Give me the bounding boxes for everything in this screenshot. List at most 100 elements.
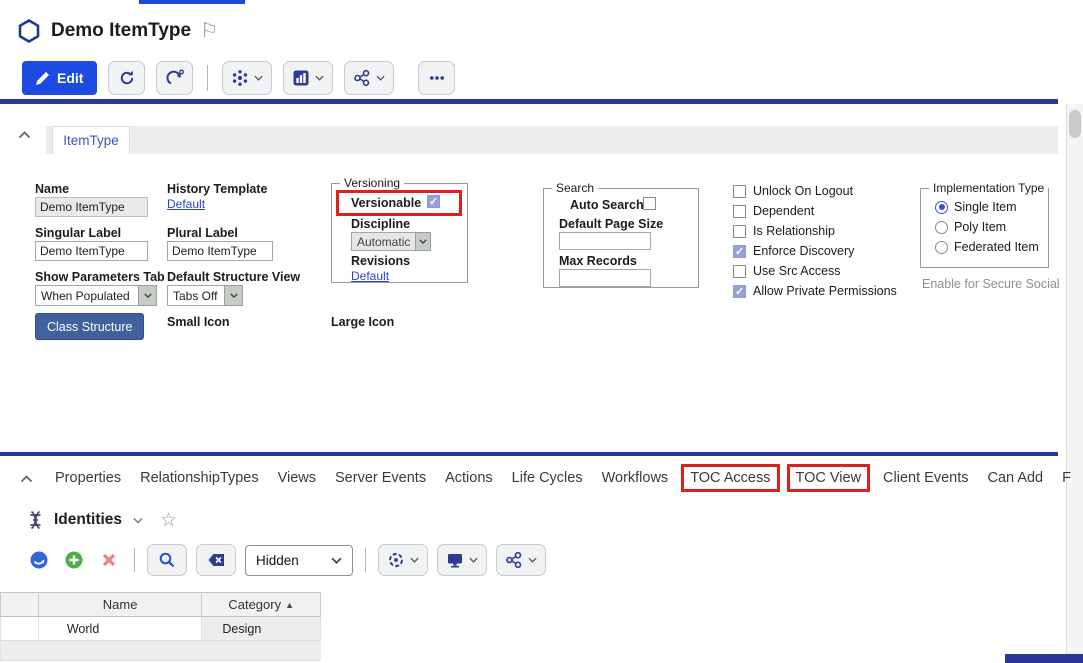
grid-row[interactable]: World Design xyxy=(0,617,321,641)
edit-button[interactable]: Edit xyxy=(22,61,97,95)
radio-label: Poly Item xyxy=(954,220,1006,234)
radio-label: Federated Item xyxy=(954,240,1039,254)
share-grid-button[interactable] xyxy=(496,544,546,576)
radio-selected-icon[interactable] xyxy=(935,201,948,214)
clear-search-button[interactable] xyxy=(196,544,236,576)
option-row[interactable]: Use Src Access xyxy=(733,264,841,278)
tab-actions[interactable]: Actions xyxy=(445,470,493,486)
checkbox-unchecked-icon[interactable] xyxy=(733,225,746,238)
tab-client-events[interactable]: Client Events xyxy=(883,470,968,486)
favorite-star-icon[interactable]: ☆ xyxy=(160,511,177,530)
flag-icon[interactable]: ⚐ xyxy=(200,21,218,41)
checkbox-checked-icon[interactable] xyxy=(427,195,440,208)
edit-button-label: Edit xyxy=(57,70,83,86)
tab-clipped[interactable]: F xyxy=(1062,470,1071,486)
checkbox-unchecked-icon[interactable] xyxy=(733,205,746,218)
option-row[interactable]: Is Relationship xyxy=(733,224,835,238)
tab-properties[interactable]: Properties xyxy=(55,470,121,486)
form-collapse-button[interactable] xyxy=(18,131,31,139)
discipline-select[interactable]: Automatic xyxy=(351,232,431,251)
run-search-button[interactable] xyxy=(147,544,187,576)
class-structure-button[interactable]: Class Structure xyxy=(35,313,144,340)
search-fieldset: Search Auto Search Default Page Size Max… xyxy=(543,188,699,288)
tab-life-cycles[interactable]: Life Cycles xyxy=(512,470,583,486)
plural-label-label: Plural Label xyxy=(167,226,238,240)
relationships-collapse-button[interactable] xyxy=(20,475,33,483)
tab-workflows[interactable]: Workflows xyxy=(602,470,669,486)
checkbox-unchecked-icon[interactable] xyxy=(733,265,746,278)
tab-views[interactable]: Views xyxy=(278,470,316,486)
checkbox-checked-icon[interactable] xyxy=(733,285,746,298)
radio-row[interactable]: Poly Item xyxy=(935,220,1006,234)
option-row[interactable]: Enforce Discovery xyxy=(733,244,854,258)
checkbox-unchecked-icon[interactable] xyxy=(733,185,746,198)
grid-cell-category[interactable]: Design xyxy=(202,617,321,640)
tab-relationshiptypes[interactable]: RelationshipTypes xyxy=(140,470,259,486)
tab-can-add[interactable]: Can Add xyxy=(987,470,1043,486)
auto-search-label: Auto Search xyxy=(570,198,644,212)
radio-row[interactable]: Federated Item xyxy=(935,240,1039,254)
promote-icon xyxy=(166,69,184,87)
plural-label-input[interactable] xyxy=(167,241,273,261)
option-row[interactable]: Unlock On Logout xyxy=(733,184,853,198)
name-input[interactable] xyxy=(35,197,148,217)
display-options-button[interactable] xyxy=(437,544,487,576)
grid-header-category[interactable]: Category ▲ xyxy=(202,593,321,616)
tab-toc-view[interactable]: TOC View xyxy=(787,464,871,492)
option-label: Enforce Discovery xyxy=(753,244,854,258)
max-records-input[interactable] xyxy=(559,269,651,287)
delete-row-button[interactable] xyxy=(96,547,122,573)
grid-header-blank[interactable] xyxy=(1,593,39,616)
identity-icon xyxy=(26,510,45,530)
page-size-input[interactable] xyxy=(559,232,651,250)
combo-arrow-button[interactable] xyxy=(138,285,157,306)
reports-menu-button[interactable] xyxy=(283,61,333,95)
option-row[interactable]: Allow Private Permissions xyxy=(733,284,897,298)
tab-server-events[interactable]: Server Events xyxy=(335,470,426,486)
radio-unselected-icon[interactable] xyxy=(935,221,948,234)
grid-cell-name[interactable]: World xyxy=(39,617,203,640)
vertical-scrollbar-thumb[interactable] xyxy=(1069,110,1081,138)
option-label: Is Relationship xyxy=(753,224,835,238)
combo-arrow-button[interactable] xyxy=(224,285,243,306)
checkbox-checked-icon[interactable] xyxy=(733,245,746,258)
chevron-down-icon[interactable] xyxy=(133,517,143,524)
navigate-item-button[interactable] xyxy=(26,547,52,573)
search-legend: Search xyxy=(552,181,598,195)
checkbox-unchecked-icon[interactable] xyxy=(643,197,656,210)
name-label: Name xyxy=(35,182,69,196)
structure-view-select[interactable]: Tabs Off xyxy=(167,285,243,306)
option-label: Dependent xyxy=(753,204,814,218)
bar-chart-icon xyxy=(292,69,310,87)
more-actions-button[interactable] xyxy=(418,61,455,95)
horizontal-scrollbar-thumb[interactable] xyxy=(1005,654,1083,663)
promote-button[interactable] xyxy=(156,61,193,95)
toolbar-divider xyxy=(134,548,135,572)
grid-header-name[interactable]: Name xyxy=(39,593,202,616)
show-parameters-select[interactable]: When Populated xyxy=(35,285,157,306)
page-size-label: Default Page Size xyxy=(559,217,663,231)
chevron-down-icon xyxy=(230,293,238,298)
structure-menu-button[interactable] xyxy=(222,61,272,95)
grid-row-selector[interactable] xyxy=(1,617,39,640)
vertical-scrollbar[interactable] xyxy=(1066,104,1083,654)
combo-arrow-button[interactable] xyxy=(415,232,431,251)
hidden-view-select[interactable]: Hidden xyxy=(245,545,353,576)
aras-logo-icon xyxy=(16,18,42,44)
tab-toc-access[interactable]: TOC Access xyxy=(681,464,779,492)
option-row[interactable]: Dependent xyxy=(733,204,814,218)
refresh-button[interactable] xyxy=(108,61,145,95)
select-columns-button[interactable] xyxy=(378,544,428,576)
tab-itemtype[interactable]: ItemType xyxy=(52,126,130,154)
add-row-button[interactable] xyxy=(61,547,87,573)
revisions-link[interactable]: Default xyxy=(351,269,389,283)
identities-grid: Name Category ▲ World Design xyxy=(0,592,321,661)
radio-row[interactable]: Single Item xyxy=(935,200,1017,214)
radio-unselected-icon[interactable] xyxy=(935,241,948,254)
browser-tab-underline xyxy=(139,0,245,4)
share-menu-button[interactable] xyxy=(344,61,394,95)
main-toolbar: Edit xyxy=(22,58,455,98)
versioning-legend: Versioning xyxy=(340,176,404,190)
singular-label-input[interactable] xyxy=(35,241,148,261)
history-template-link[interactable]: Default xyxy=(167,197,205,211)
